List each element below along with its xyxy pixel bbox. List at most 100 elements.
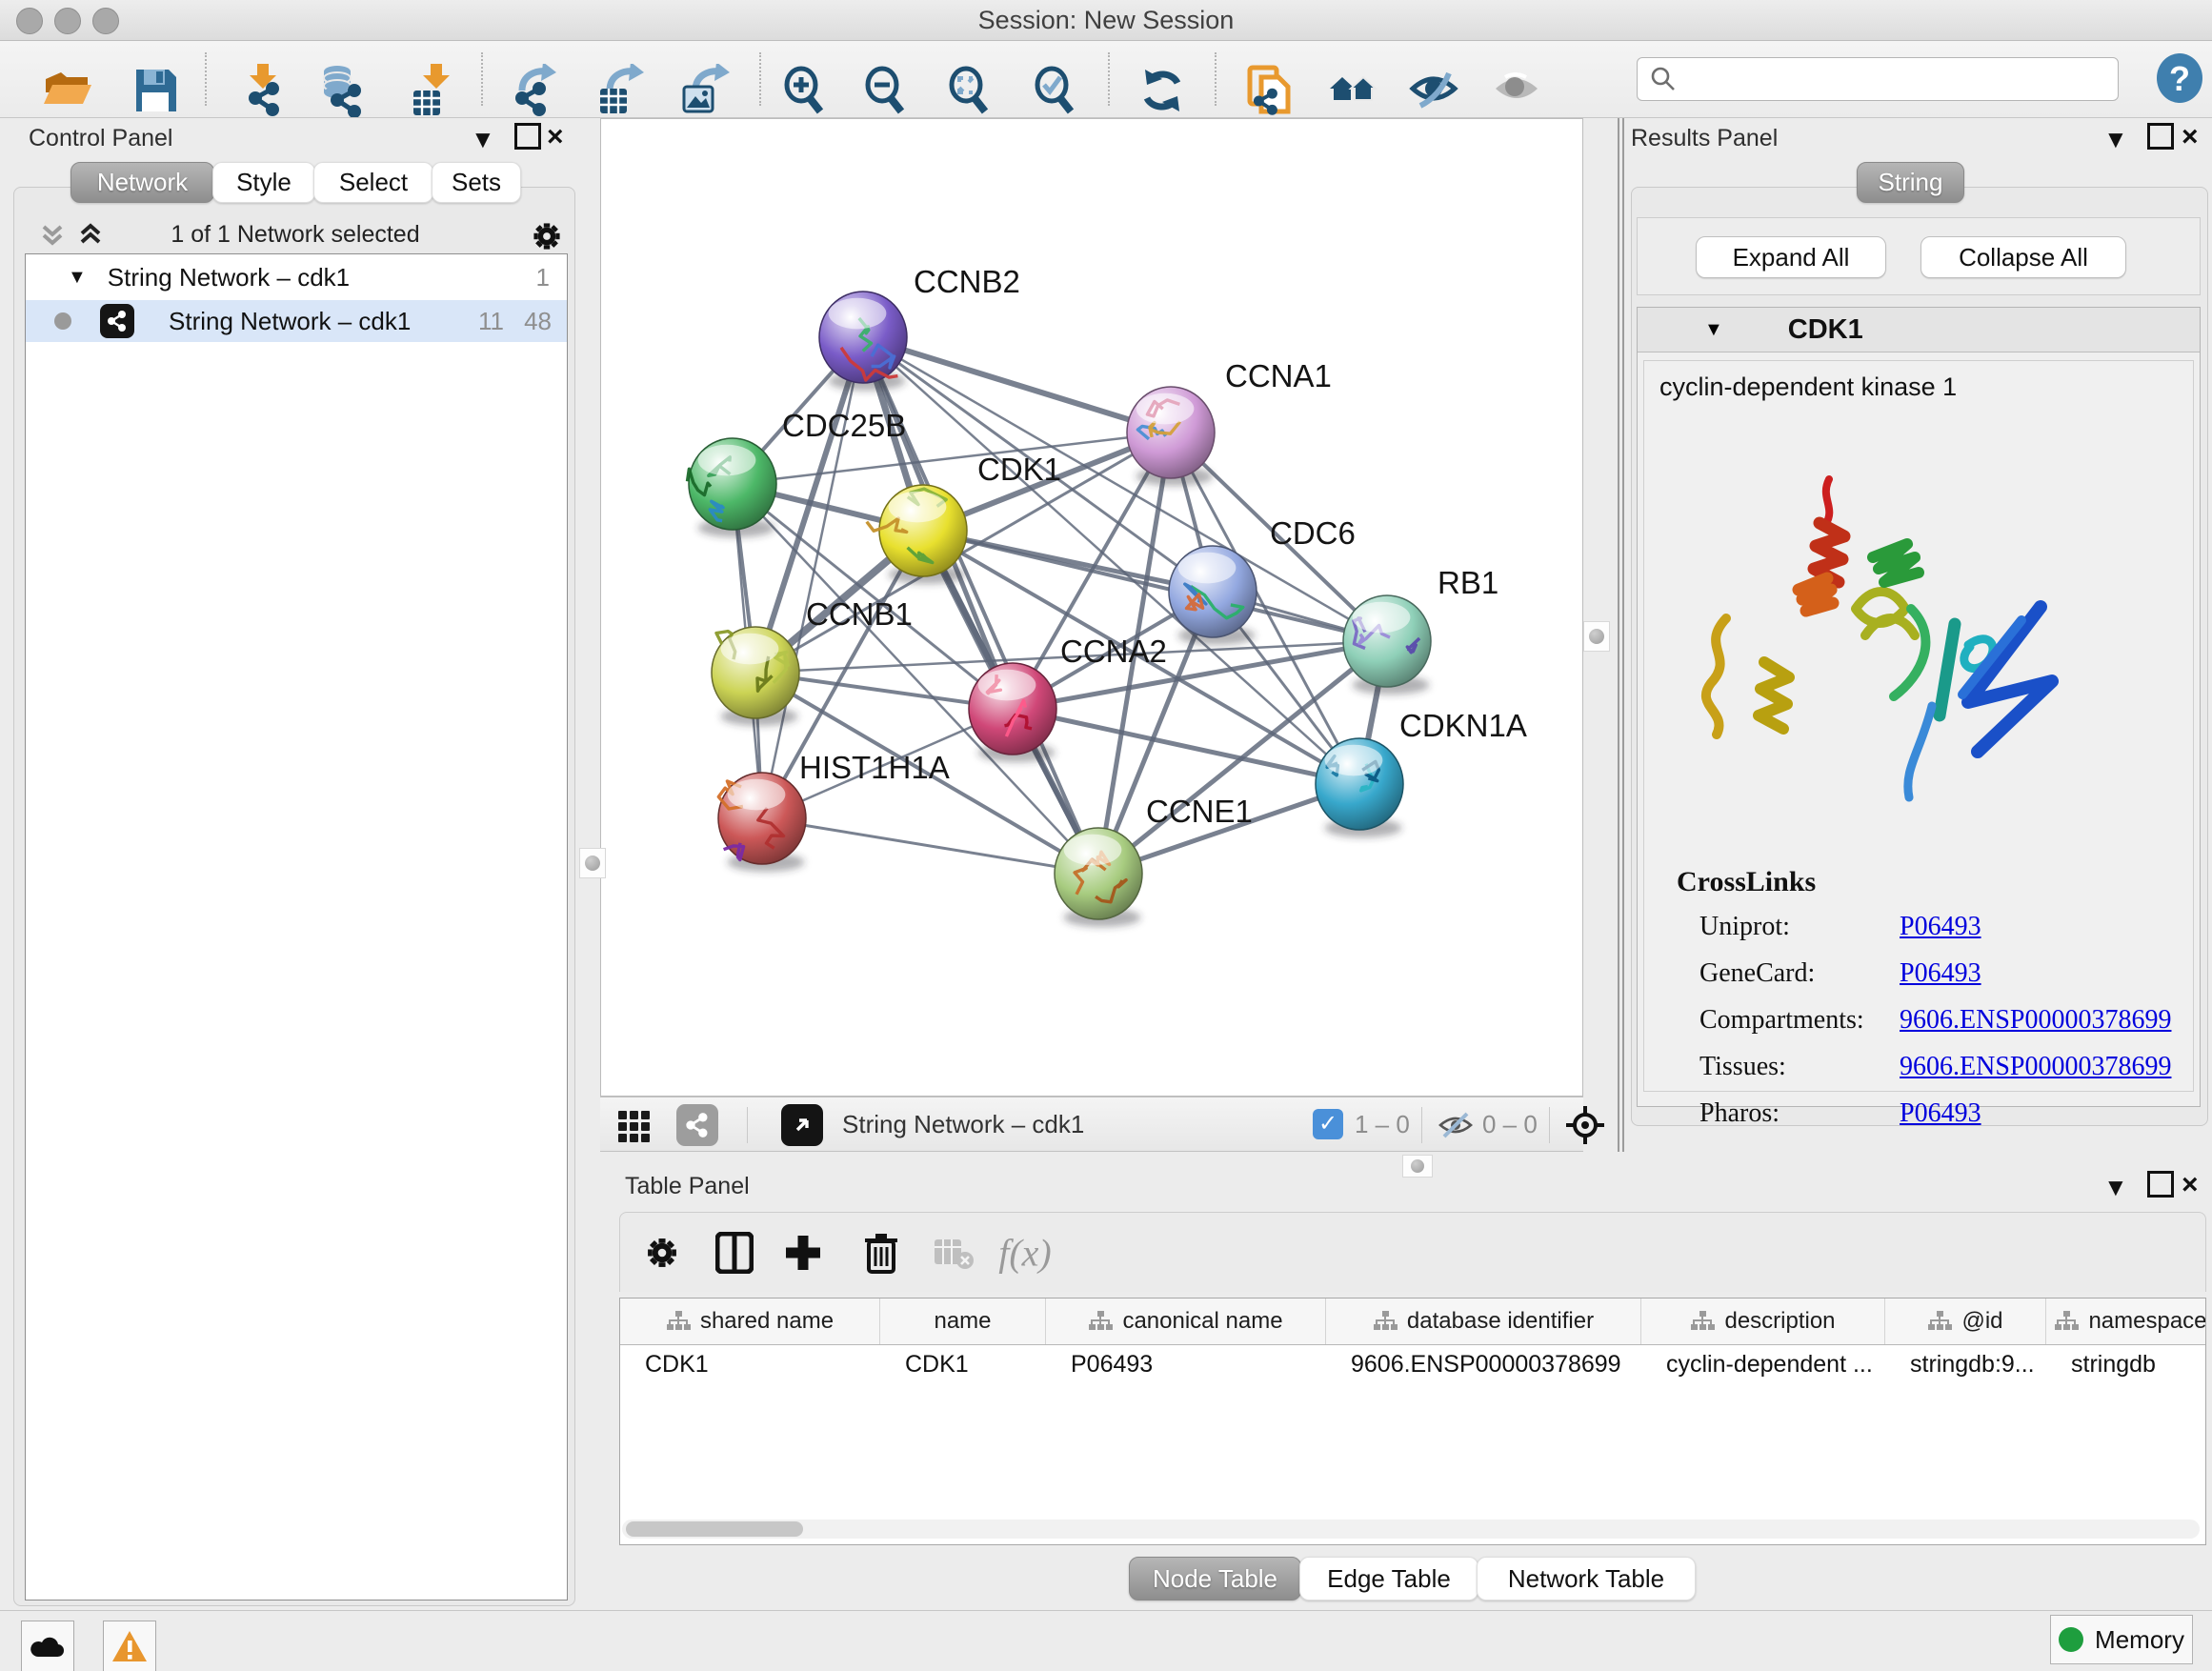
- table-panel-menu-icon[interactable]: ▼: [2103, 1173, 2128, 1202]
- control-panel-menu-icon[interactable]: ▼: [471, 125, 495, 154]
- tab-style[interactable]: Style: [212, 162, 315, 203]
- table-panel-float-icon[interactable]: [2147, 1171, 2174, 1198]
- hide-selected-button[interactable]: [1407, 62, 1460, 119]
- node-label-CDKN1A: CDKN1A: [1399, 708, 1527, 743]
- column-header-canonical-name[interactable]: canonical name: [1046, 1299, 1326, 1344]
- zoom-out-button[interactable]: [859, 62, 913, 119]
- results-panel-menu-icon[interactable]: ▼: [2103, 125, 2128, 154]
- hierarchy-icon: [666, 1310, 691, 1333]
- crosslink-value-link[interactable]: P06493: [1900, 1098, 1981, 1129]
- import-network-from-file-button[interactable]: [231, 62, 284, 119]
- expand-all-button[interactable]: Expand All: [1696, 236, 1886, 278]
- table-hscrollbar[interactable]: [622, 1520, 2200, 1539]
- zoom-selected-button[interactable]: [1029, 62, 1082, 119]
- network-collection-row[interactable]: ▼ String Network – cdk1 1: [26, 254, 567, 300]
- edge-count: 48: [524, 307, 552, 336]
- share-network-icon[interactable]: [676, 1104, 718, 1146]
- memory-button[interactable]: Memory: [2050, 1615, 2193, 1664]
- horizontal-splitter-handle[interactable]: [1402, 1155, 1433, 1178]
- search-box[interactable]: [1637, 57, 2119, 101]
- results-panel-float-icon[interactable]: [2147, 123, 2174, 150]
- tab-sets[interactable]: Sets: [432, 162, 521, 203]
- network-collection-label: String Network – cdk1: [108, 263, 350, 292]
- tab-edge-table[interactable]: Edge Table: [1299, 1557, 1478, 1601]
- node-label-CDK1: CDK1: [977, 452, 1061, 487]
- crosslink-value-link[interactable]: 9606.ENSP00000378699: [1900, 1052, 2171, 1082]
- add-column-icon[interactable]: [783, 1233, 823, 1273]
- import-network-from-database-button[interactable]: [314, 62, 368, 119]
- hscroll-thumb[interactable]: [626, 1521, 803, 1537]
- current-network-name: String Network – cdk1: [842, 1110, 1084, 1139]
- protein-header-row[interactable]: ▼ CDK1: [1638, 308, 2200, 352]
- control-panel-close-icon[interactable]: ×: [547, 121, 564, 153]
- table-row[interactable]: CDK1CDK1P064939606.ENSP00000378699cyclin…: [620, 1345, 2205, 1383]
- import-network-icon: [231, 64, 284, 117]
- column-header--id[interactable]: @id: [1885, 1299, 2046, 1344]
- crosslink-value-link[interactable]: P06493: [1900, 958, 1981, 989]
- warning-button[interactable]: [103, 1621, 156, 1671]
- tab-string[interactable]: String: [1857, 162, 1964, 203]
- node-HIST1H1A[interactable]: HIST1H1A: [718, 750, 950, 872]
- delete-column-icon[interactable]: [863, 1232, 899, 1274]
- help-button[interactable]: ?: [2157, 53, 2202, 103]
- selected-checkbox-icon[interactable]: ✓: [1313, 1109, 1343, 1139]
- column-header-database-identifier[interactable]: database identifier: [1326, 1299, 1641, 1344]
- control-panel-title: Control Panel: [29, 125, 172, 152]
- table-panel-close-icon[interactable]: ×: [2182, 1169, 2199, 1201]
- zoom-fit-button[interactable]: [943, 62, 996, 119]
- column-header-namespace[interactable]: namespace: [2046, 1299, 2206, 1344]
- hidden-eye-icon[interactable]: [1437, 1110, 1475, 1140]
- crosslink-value-link[interactable]: P06493: [1900, 912, 1981, 942]
- node-CCNB2[interactable]: CCNB2: [819, 264, 1020, 391]
- export-network-button[interactable]: [505, 62, 558, 119]
- node-RB1[interactable]: RB1: [1343, 565, 1498, 695]
- collapse-all-button[interactable]: Collapse All: [1920, 236, 2126, 278]
- network-row-selected[interactable]: String Network – cdk1 11 48: [26, 300, 567, 342]
- edge-CCNB2-CCNA1[interactable]: [863, 337, 1171, 433]
- column-header-description[interactable]: description: [1641, 1299, 1885, 1344]
- crosslink-value-link[interactable]: 9606.ENSP00000378699: [1900, 1005, 2171, 1036]
- show-all-button[interactable]: [1490, 62, 1543, 119]
- search-input[interactable]: [1683, 65, 2118, 93]
- crosslink-label: Compartments:: [1699, 1005, 1900, 1036]
- node-CCNA1[interactable]: CCNA1: [1127, 358, 1332, 486]
- open-in-window-icon[interactable]: [781, 1104, 823, 1146]
- results-panel-close-icon[interactable]: ×: [2182, 121, 2199, 153]
- open-session-button[interactable]: [40, 62, 93, 119]
- network-canvas[interactable]: CCNB2 CCNA1 CDC25B CDK1 CDC6 R: [600, 118, 1583, 1097]
- birds-eye-view-icon[interactable]: [1564, 1104, 1606, 1146]
- results-panel-title: Results Panel: [1631, 125, 1778, 152]
- node-CCNE1[interactable]: CCNE1: [1055, 794, 1253, 927]
- window-title: Session: New Session: [0, 6, 2212, 35]
- tree-expander-icon[interactable]: ▼: [68, 267, 87, 289]
- cloud-button[interactable]: [21, 1621, 74, 1671]
- column-header-shared-name[interactable]: shared name: [620, 1299, 880, 1344]
- tab-network[interactable]: Network: [70, 162, 214, 203]
- columns-icon[interactable]: [715, 1232, 754, 1274]
- export-table-button[interactable]: [591, 62, 644, 119]
- node-CDKN1A[interactable]: CDKN1A: [1316, 708, 1527, 837]
- apply-layout-button[interactable]: [1136, 62, 1189, 119]
- export-image-button[interactable]: [676, 62, 730, 119]
- column-header-name[interactable]: name: [880, 1299, 1046, 1344]
- grid-view-icon[interactable]: [617, 1108, 652, 1142]
- first-neighbors-button[interactable]: [1326, 62, 1379, 119]
- tab-node-table[interactable]: Node Table: [1129, 1557, 1301, 1601]
- node-label-HIST1H1A: HIST1H1A: [799, 750, 950, 785]
- import-table-from-file-button[interactable]: [402, 62, 455, 119]
- gear-icon[interactable]: [528, 217, 566, 255]
- import-database-icon: [314, 64, 368, 117]
- string-app-icon: [100, 304, 134, 338]
- left-splitter-handle[interactable]: [579, 848, 606, 878]
- table-gear-icon[interactable]: [641, 1232, 683, 1274]
- collapse-section-icon[interactable]: ▼: [1704, 319, 1723, 341]
- new-network-from-selection-button[interactable]: [1242, 62, 1296, 119]
- tab-select[interactable]: Select: [313, 162, 433, 203]
- tab-network-table[interactable]: Network Table: [1477, 1557, 1696, 1601]
- right-splitter-handle[interactable]: [1583, 621, 1610, 652]
- edge-CCNA2-CDKN1A[interactable]: [1013, 709, 1359, 784]
- save-session-button[interactable]: [129, 62, 182, 119]
- control-panel-float-icon[interactable]: [514, 123, 541, 150]
- protein-name: CDK1: [1788, 314, 1863, 346]
- zoom-in-button[interactable]: [778, 62, 832, 119]
